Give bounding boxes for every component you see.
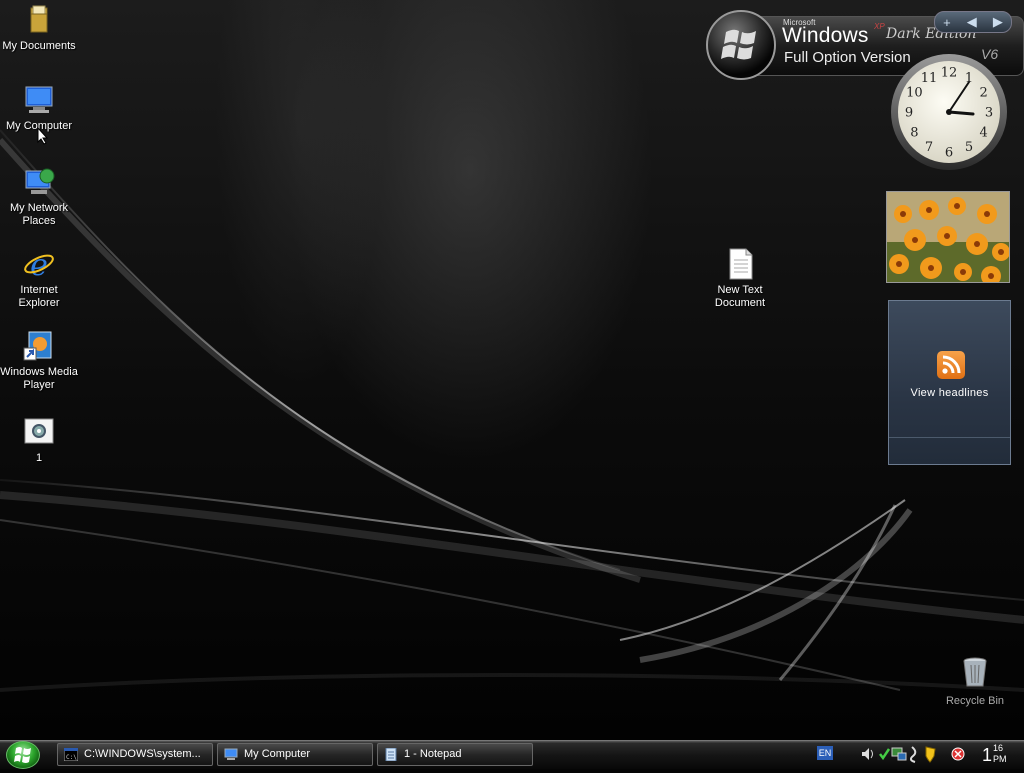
taskbar-clock-hour: 1 — [982, 745, 993, 765]
desktop-icon-1[interactable]: 1 — [0, 416, 78, 465]
network-icon — [25, 168, 55, 194]
sidebar-add-gadget-button[interactable]: + — [943, 15, 951, 30]
taskbar-clock-minutes: 16 — [993, 743, 1004, 753]
desktop-icon-label: 1 — [35, 452, 43, 464]
desktop-icon-label: My Documents — [2, 40, 76, 52]
slideshow-gadget[interactable] — [886, 191, 1010, 283]
start-button[interactable] — [6, 741, 40, 769]
language-indicator[interactable]: EN — [817, 746, 833, 760]
desktop-icon-new-text-document[interactable]: New Text Document — [701, 248, 779, 310]
wallpaper — [0, 129, 1024, 692]
taskbar-button-label: C:\WINDOWS\system... — [84, 748, 201, 760]
desktop[interactable]: My Documents My Computer My Network Plac… — [0, 0, 1024, 740]
shield-tray-icon[interactable] — [925, 746, 936, 763]
taskbar-button-notepad[interactable]: 1 - Notepad — [377, 743, 533, 766]
security-check-icon[interactable] — [879, 748, 891, 761]
clock-gadget[interactable]: 12 1234567891011 — [889, 52, 1009, 172]
clock-number: 10 — [906, 86, 923, 101]
usb-tray-icon[interactable] — [909, 746, 917, 763]
internet-explorer-icon: e — [24, 248, 54, 280]
branding-windows: Windows — [782, 24, 869, 47]
desktop-icon-my-computer[interactable]: My Computer — [0, 84, 78, 133]
branding-xp: XP — [874, 22, 885, 31]
rss-feed-icon — [937, 351, 965, 379]
desktop-icon-label: Internet Explorer — [18, 284, 60, 309]
config-file-icon — [24, 418, 54, 444]
clock-number: 6 — [945, 146, 953, 161]
flowers-photo — [887, 192, 1009, 282]
clock-number: 4 — [979, 126, 987, 141]
clock-number: 12 — [941, 66, 958, 81]
feed-headlines-gadget[interactable]: View headlines — [888, 300, 1011, 465]
clock-number: 2 — [979, 86, 987, 101]
alert-tray-icon[interactable] — [951, 747, 965, 761]
sidebar-controls: + ◀ ▶ — [934, 11, 1012, 33]
clock-number: 9 — [905, 106, 913, 121]
clock-number: 8 — [910, 126, 918, 141]
text-document-icon — [729, 248, 753, 280]
computer-icon — [224, 748, 238, 760]
command-prompt-icon: C:\ — [64, 748, 78, 761]
desktop-icon-label: My Network Places — [9, 202, 69, 227]
desktop-icon-label: Windows Media Player — [0, 366, 78, 391]
sidebar-prev-button[interactable]: ◀ — [967, 14, 977, 30]
clock-number: 3 — [985, 106, 993, 121]
clock-hour-hand — [947, 110, 975, 116]
windows-orb-icon — [706, 10, 776, 80]
taskbar-button-cmd[interactable]: C:\ C:\WINDOWS\system... — [57, 743, 213, 766]
desktop-icon-internet-explorer[interactable]: e Internet Explorer — [0, 248, 78, 310]
taskbar-button-label: My Computer — [244, 748, 311, 760]
media-player-icon — [23, 331, 52, 361]
feed-gadget-footer — [889, 437, 1010, 464]
taskbar-button-label: 1 - Notepad — [404, 748, 462, 760]
clock-number: 5 — [965, 140, 973, 155]
notepad-icon — [385, 748, 397, 761]
desktop-icon-my-documents[interactable]: My Documents — [0, 4, 78, 53]
svg-text:e: e — [30, 248, 48, 280]
desktop-icon-recycle-bin[interactable]: Recycle Bin — [940, 656, 1010, 707]
recycle-bin-icon — [963, 657, 987, 687]
system-tray — [862, 746, 965, 763]
windows-logo-icon — [14, 747, 31, 763]
taskbar-clock[interactable]: 1 16 PM — [980, 742, 1024, 766]
svg-text:C:\: C:\ — [66, 754, 77, 761]
desktop-icon-label: New Text Document — [714, 284, 766, 309]
clock-number: 7 — [925, 140, 933, 155]
folder-documents-icon — [30, 5, 48, 33]
view-headlines-link[interactable]: View headlines — [889, 387, 1010, 399]
sidebar-next-button[interactable]: ▶ — [993, 14, 1003, 30]
recycle-bin-label: Recycle Bin — [945, 695, 1005, 707]
taskbar-button-my-computer[interactable]: My Computer — [217, 743, 373, 766]
network-tray-icon[interactable] — [891, 747, 907, 761]
taskbar-clock-ampm: PM — [993, 754, 1007, 764]
desktop-icon-windows-media-player[interactable]: Windows Media Player — [0, 330, 78, 392]
desktop-icon-my-network-places[interactable]: My Network Places — [0, 166, 78, 228]
mouse-pointer-icon — [37, 127, 49, 145]
computer-icon — [25, 86, 53, 113]
clock-number: 11 — [921, 71, 938, 86]
volume-icon[interactable] — [862, 748, 873, 760]
